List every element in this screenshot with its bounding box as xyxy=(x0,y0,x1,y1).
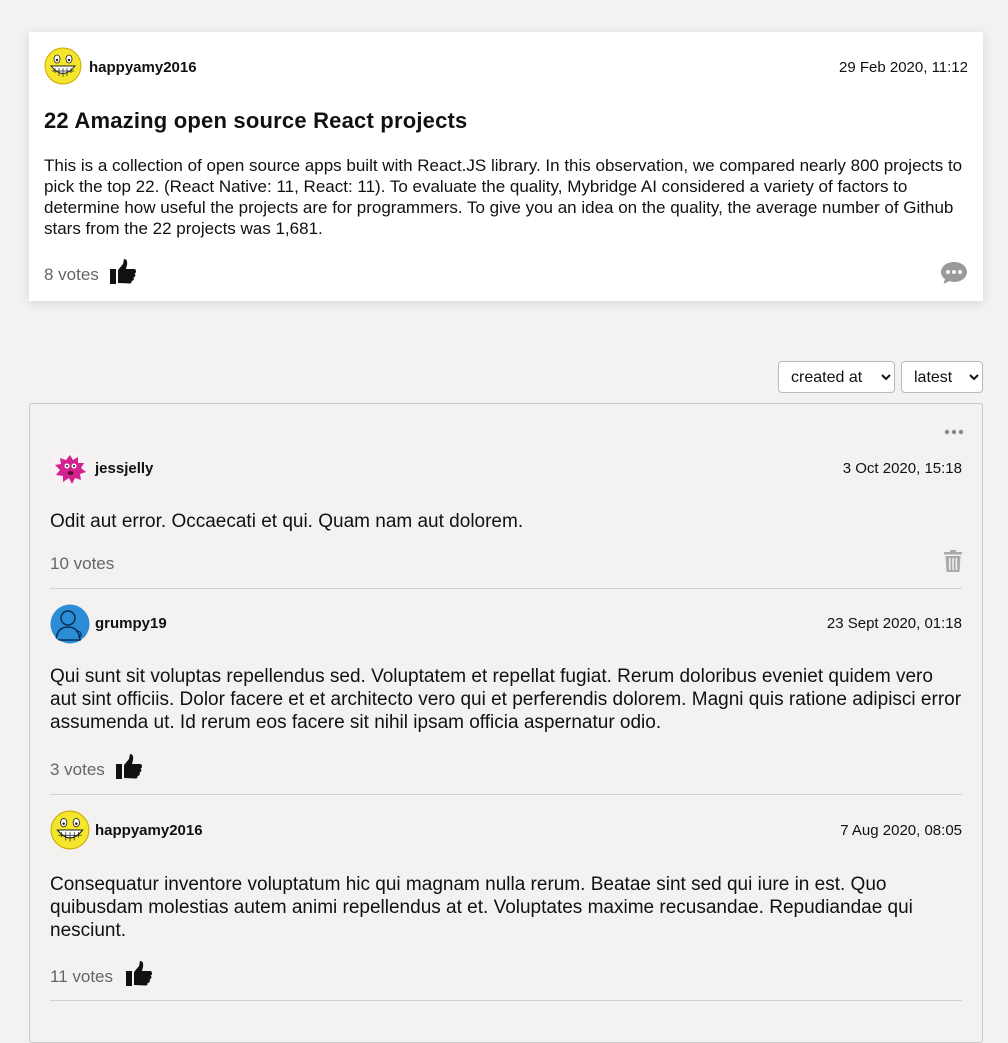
comment-text: Odit aut error. Occaecati et qui. Quam n… xyxy=(50,511,524,532)
comment-author[interactable]: happyamy2016 xyxy=(95,822,203,839)
post-body: This is a collection of open source apps… xyxy=(44,156,963,238)
comment-text: Consequatur inventore voluptatum hic qui… xyxy=(50,874,913,941)
comment-date: 23 Sept 2020, 01:18 xyxy=(826,615,962,632)
post-votes: 8 votes xyxy=(44,265,99,284)
smiley-avatar-icon[interactable] xyxy=(44,47,82,85)
comment-votes: 10 votes xyxy=(50,554,115,573)
comment-divider xyxy=(50,794,962,795)
comment-author[interactable]: jessjelly xyxy=(95,460,153,477)
thumbs-up-icon[interactable] xyxy=(109,258,137,291)
comment-author[interactable]: grumpy19 xyxy=(95,615,167,632)
comment-text: Qui sunt sit voluptas repellendus sed. V… xyxy=(50,666,962,733)
comment-date: 7 Aug 2020, 08:05 xyxy=(840,822,962,839)
comment-votes: 11 votes xyxy=(50,967,114,986)
comment-divider xyxy=(50,588,962,589)
sort-field-select[interactable]: created at xyxy=(778,361,895,393)
post-card: happyamy2016 29 Feb 2020, 11:12 22 Amazi… xyxy=(29,32,983,301)
comment-bubble-icon[interactable] xyxy=(940,260,968,291)
thumbs-up-icon[interactable] xyxy=(115,753,143,786)
comment-votes: 3 votes xyxy=(50,760,105,779)
comment-divider xyxy=(50,1000,962,1001)
blue-person-avatar-icon[interactable] xyxy=(50,604,90,644)
smiley-avatar-icon[interactable] xyxy=(50,810,90,850)
trash-icon[interactable] xyxy=(944,550,962,577)
comments-panel: jessjelly 3 Oct 2020, 15:18 Odit aut err… xyxy=(29,403,983,1043)
post-title: 22 Amazing open source React projects xyxy=(44,108,468,133)
more-options-icon[interactable] xyxy=(944,422,964,440)
comment-date: 3 Oct 2020, 15:18 xyxy=(842,460,962,477)
post-date: 29 Feb 2020, 11:12 xyxy=(839,59,968,76)
sort-order-select[interactable]: latest xyxy=(901,361,983,393)
pink-blob-avatar-icon[interactable] xyxy=(50,449,90,489)
thumbs-up-icon[interactable] xyxy=(125,960,153,993)
post-author[interactable]: happyamy2016 xyxy=(89,59,197,76)
sort-controls: created at latest xyxy=(778,361,983,393)
